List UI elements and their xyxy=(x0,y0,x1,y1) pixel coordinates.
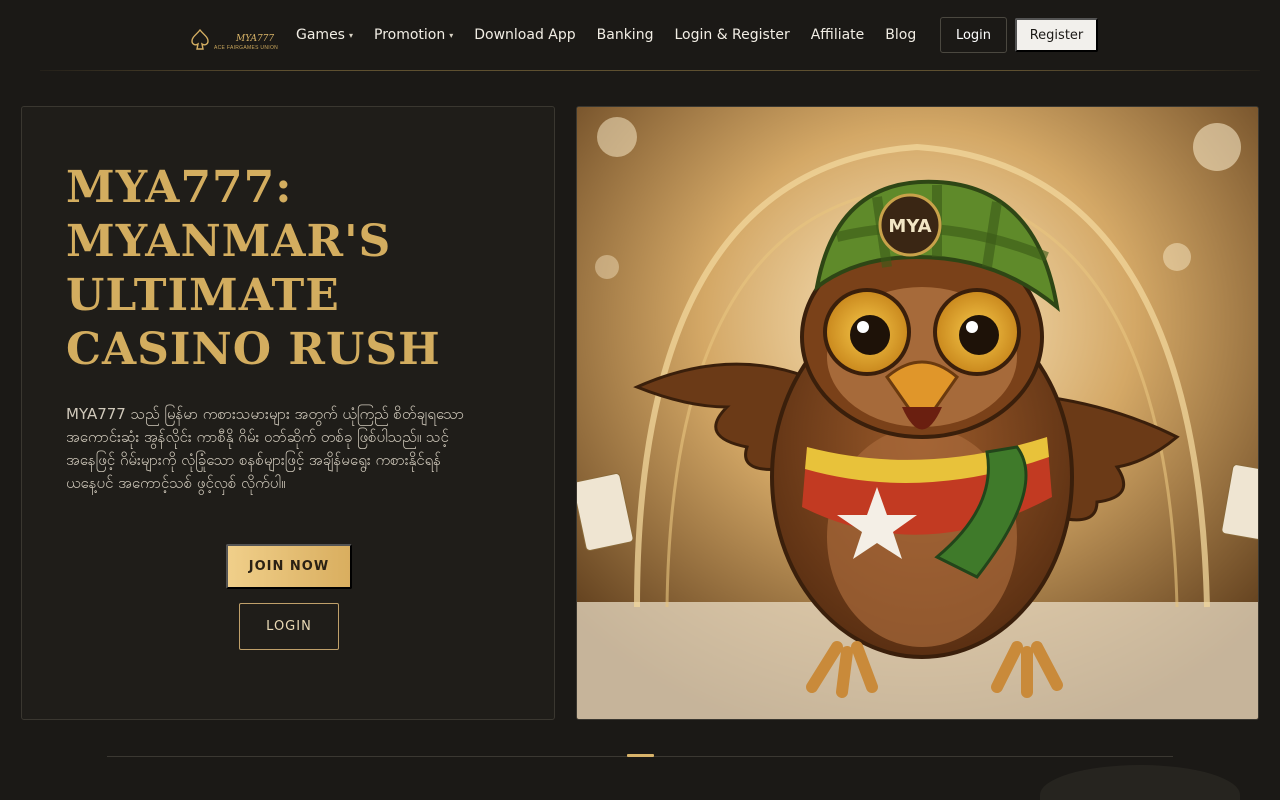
site-logo[interactable]: MYA777 ACE FAIRGAMES UNION xyxy=(190,16,278,52)
hero-owl-image: MYA xyxy=(576,106,1259,720)
nav-promotion[interactable]: Promotion ▾ xyxy=(374,27,453,43)
hero-login-button[interactable]: LOGIN xyxy=(239,603,339,650)
spade-logo-icon xyxy=(190,20,210,52)
header-login-button[interactable]: Login xyxy=(940,17,1007,53)
hero-title: MYA777: MYANMAR'S ULTIMATE CASINO RUSH xyxy=(66,162,441,375)
hero-card: MYA777: MYANMAR'S ULTIMATE CASINO RUSH M… xyxy=(21,106,555,720)
site-header: MYA777 ACE FAIRGAMES UNION Games ▾ Promo… xyxy=(0,0,1280,70)
hero-description: MYA777 သည် မြန်မာ ကစားသမားများ အတွက် ယုံ… xyxy=(66,405,465,492)
page: MYA777 ACE FAIRGAMES UNION Games ▾ Promo… xyxy=(0,0,1280,800)
nav-affiliate[interactable]: Affiliate xyxy=(811,27,865,43)
nav-download-app[interactable]: Download App xyxy=(474,27,575,43)
chevron-down-icon: ▾ xyxy=(348,30,353,40)
slider-indicator-active[interactable] xyxy=(627,754,654,757)
nav-banking[interactable]: Banking xyxy=(597,27,654,43)
nav-blog[interactable]: Blog xyxy=(885,27,916,43)
chevron-down-icon: ▾ xyxy=(449,30,454,40)
nav-games[interactable]: Games ▾ xyxy=(296,27,353,43)
logo-brand: MYA777 xyxy=(236,34,275,44)
header-register-button[interactable]: Register xyxy=(1015,18,1098,52)
decorative-shape xyxy=(1040,765,1240,800)
main-nav: Games ▾ Promotion ▾ Download App Banking… xyxy=(296,22,916,48)
logo-tagline: ACE FAIRGAMES UNION xyxy=(214,45,279,51)
cap-badge-text: MYA xyxy=(888,216,931,237)
nav-login-register[interactable]: Login & Register xyxy=(674,27,789,43)
join-now-button[interactable]: JOIN NOW xyxy=(226,544,352,589)
header-divider xyxy=(40,70,1260,71)
